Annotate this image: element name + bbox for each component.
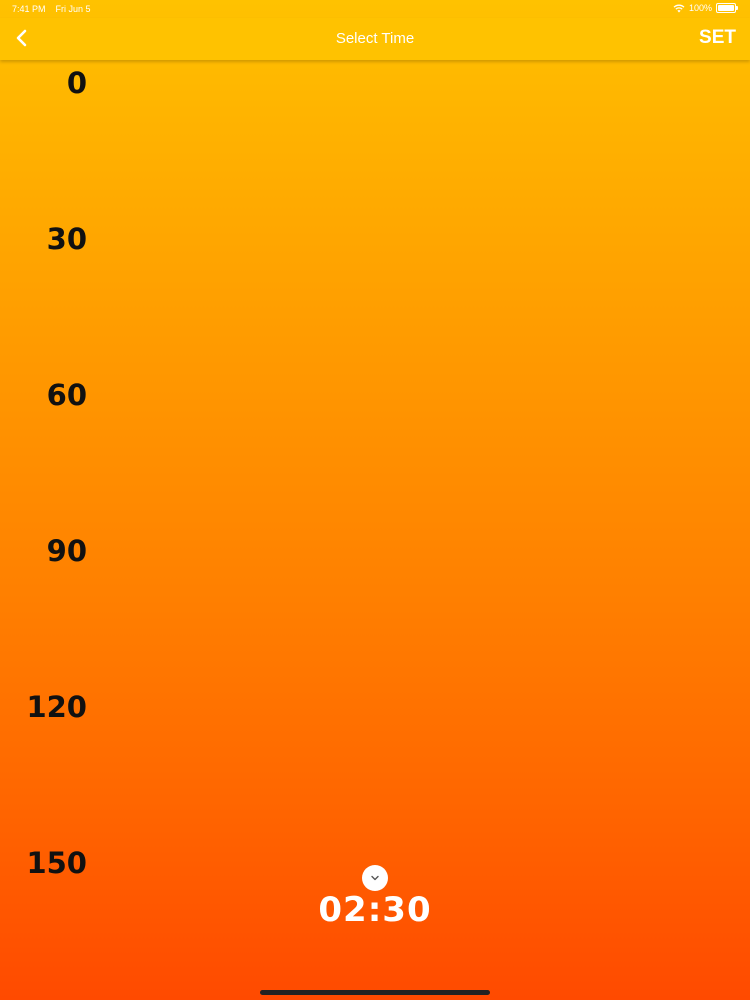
scale-label-150: 150 xyxy=(26,846,87,880)
time-scale[interactable]: 0 30 60 90 120 150 xyxy=(0,60,100,960)
status-time: 7:41 PM xyxy=(12,4,46,14)
status-bar: 7:41 PM Fri Jun 5 100% xyxy=(0,0,750,18)
chevron-down-icon xyxy=(371,875,379,881)
page-title: Select Time xyxy=(335,30,415,47)
scale-label-90: 90 xyxy=(46,534,87,568)
expand-button[interactable] xyxy=(362,865,388,891)
battery-percent: 100% xyxy=(688,3,712,13)
home-indicator[interactable] xyxy=(260,990,490,995)
battery-icon xyxy=(716,3,738,13)
scale-label-60: 60 xyxy=(46,378,87,412)
status-date: Fri Jun 5 xyxy=(55,4,91,14)
status-right: 100% xyxy=(673,3,738,13)
selected-time: 02:30 xyxy=(318,890,432,930)
nav-bar: Select Time SET xyxy=(0,18,750,60)
scale-label-30: 30 xyxy=(46,222,87,256)
status-left: 7:41 PM Fri Jun 5 xyxy=(12,4,91,14)
scale-label-120: 120 xyxy=(26,690,87,724)
set-button[interactable]: SET xyxy=(699,27,736,49)
wifi-icon xyxy=(673,4,685,13)
scale-label-0: 0 xyxy=(66,66,87,100)
